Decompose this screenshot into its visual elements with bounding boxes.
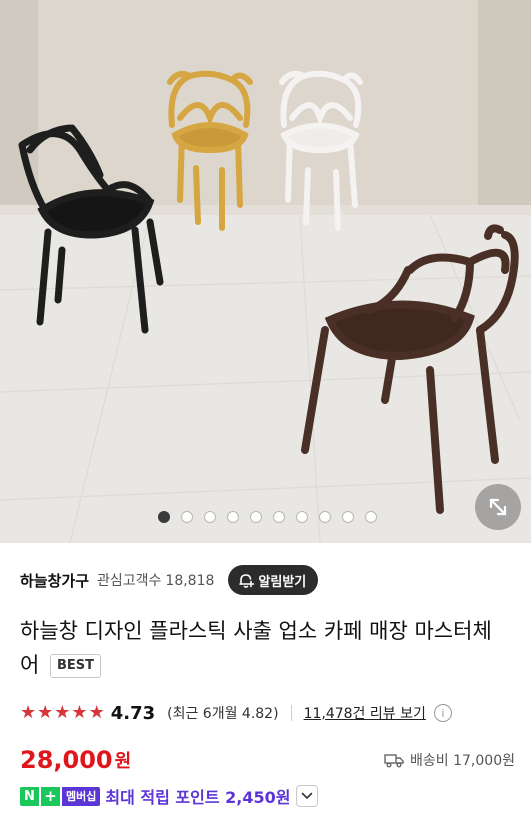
naver-n-badge: N [20, 786, 39, 806]
product-title: 하늘창 디자인 플라스틱 사출 업소 카페 매장 마스터체어 BEST [20, 614, 510, 682]
store-info: 하늘창가구 관심고객수 18,818 알림받기 [20, 565, 520, 595]
expand-diagonal-icon [489, 498, 507, 516]
followers-count: 관심고객수 18,818 [97, 570, 214, 590]
slide-indicator [158, 509, 377, 525]
star-icon: ★ [88, 702, 105, 723]
best-badge: BEST [50, 654, 102, 678]
recent-rating: (최근 6개월 4.82) [167, 706, 279, 722]
followers-label: 관심고객수 [97, 573, 162, 589]
slide-dot-4[interactable] [227, 511, 239, 523]
product-photo [0, 0, 531, 543]
slide-dot-9[interactable] [342, 511, 354, 523]
followers-number: 18,818 [165, 573, 215, 589]
points-expand-button[interactable] [296, 785, 319, 807]
expand-image-button[interactable] [475, 484, 521, 530]
max-points-text: 최대 적립 포인트 2,450원 [105, 788, 291, 807]
alarm-subscribe-button[interactable]: 알림받기 [228, 565, 319, 595]
star-icon: ★ [37, 702, 54, 723]
info-icon[interactable]: i [433, 704, 452, 722]
divider [290, 705, 292, 721]
rating-value: 4.73 [110, 702, 156, 724]
slide-dot-1[interactable] [158, 511, 170, 523]
price-amount: 28,000 [20, 746, 113, 774]
shipping-fee: 배송비 17,000원 [384, 750, 515, 770]
membership-badge: 멤버십 [62, 786, 101, 806]
star-icon: ★ [54, 702, 71, 723]
product-image-gallery[interactable] [0, 0, 531, 543]
rating-row: ★ ★ ★ ★ ★ 4.73 (최근 6개월 4.82) 11,478건 리뷰 … [20, 700, 452, 726]
membership-points: N + 멤버십 최대 적립 포인트 2,450원 [20, 784, 319, 808]
star-rating: ★ ★ ★ ★ ★ [20, 704, 105, 722]
shipping-text: 배송비 17,000원 [410, 753, 515, 769]
slide-dot-7[interactable] [296, 511, 308, 523]
store-name-link[interactable]: 하늘창가구 [20, 570, 89, 591]
reviews-link[interactable]: 11,478건 리뷰 보기 [304, 703, 426, 723]
star-icon: ★ [20, 702, 37, 723]
price-currency: 원 [114, 751, 132, 772]
bell-plus-icon [239, 573, 255, 588]
price-row: 28,000 원 배송비 17,000원 [20, 743, 515, 777]
truck-icon [384, 754, 404, 768]
slide-dot-2[interactable] [181, 511, 193, 523]
slide-dot-6[interactable] [273, 511, 285, 523]
star-icon: ★ [71, 702, 88, 723]
alarm-label: 알림받기 [258, 574, 307, 590]
slide-dot-8[interactable] [319, 511, 331, 523]
plus-badge: + [41, 786, 60, 806]
chevron-down-icon [302, 792, 313, 800]
slide-dot-10[interactable] [365, 511, 377, 523]
slide-dot-5[interactable] [250, 511, 262, 523]
slide-dot-3[interactable] [204, 511, 216, 523]
